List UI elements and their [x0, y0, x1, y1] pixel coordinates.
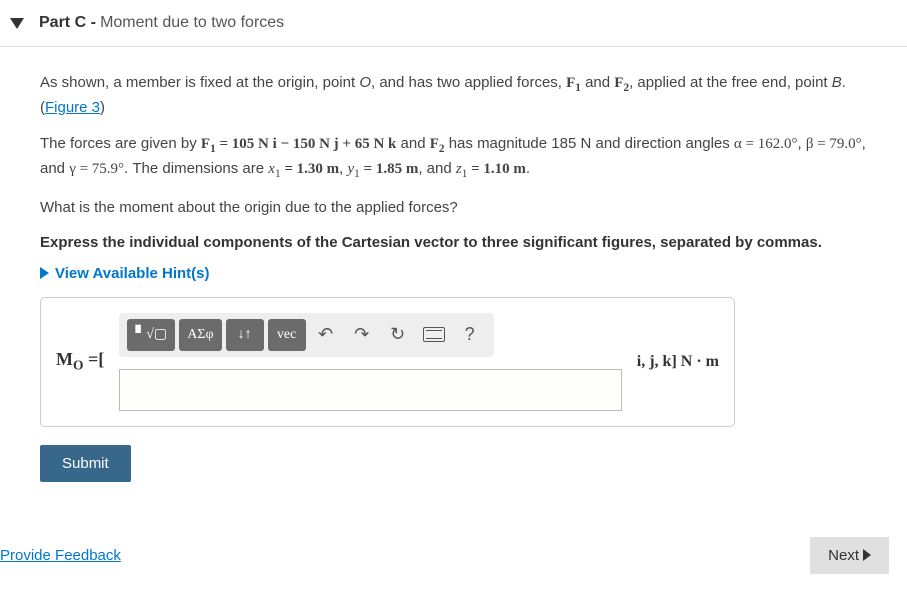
- problem-question: What is the moment about the origin due …: [40, 197, 867, 220]
- chevron-right-icon: [863, 549, 871, 561]
- problem-intro: As shown, a member is fixed at the origi…: [40, 72, 867, 119]
- hints-toggle[interactable]: View Available Hint(s): [40, 265, 867, 282]
- redo-button[interactable]: ↷: [346, 319, 378, 351]
- figure-link[interactable]: Figure 3: [45, 99, 100, 116]
- feedback-link[interactable]: Provide Feedback: [0, 547, 121, 564]
- keyboard-icon: [423, 327, 445, 342]
- problem-content: As shown, a member is fixed at the origi…: [0, 47, 907, 497]
- answer-label: MO =[: [56, 349, 104, 374]
- submit-button[interactable]: Submit: [40, 445, 131, 482]
- vec-button[interactable]: vec: [268, 319, 306, 351]
- answer-units: i, j, k] N · m: [637, 353, 719, 371]
- part-header[interactable]: Part C - Moment due to two forces: [0, 0, 907, 47]
- keyboard-button[interactable]: [418, 319, 450, 351]
- help-button[interactable]: ?: [454, 319, 486, 351]
- reset-button[interactable]: ↻: [382, 319, 414, 351]
- answer-input[interactable]: [119, 369, 622, 411]
- chevron-down-icon: [10, 18, 24, 29]
- footer: Provide Feedback Next: [0, 537, 907, 574]
- answer-box: MO =[ ▘√▢ ΑΣφ ↓↑ vec ↶ ↷ ↻ ? i, j, k] N …: [40, 297, 735, 427]
- problem-instruction: Express the individual components of the…: [40, 234, 867, 251]
- hints-label: View Available Hint(s): [55, 265, 210, 282]
- undo-button[interactable]: ↶: [310, 319, 342, 351]
- problem-forces: The forces are given by F1 = 105 N i − 1…: [40, 133, 867, 183]
- part-label: Part C - Moment due to two forces: [39, 14, 284, 32]
- symbols-button[interactable]: ΑΣφ: [179, 319, 221, 351]
- scripts-button[interactable]: ↓↑: [226, 319, 264, 351]
- templates-button[interactable]: ▘√▢: [127, 319, 175, 351]
- chevron-right-icon: [40, 267, 49, 279]
- input-toolbar: ▘√▢ ΑΣφ ↓↑ vec ↶ ↷ ↻ ?: [119, 313, 493, 357]
- next-button[interactable]: Next: [810, 537, 889, 574]
